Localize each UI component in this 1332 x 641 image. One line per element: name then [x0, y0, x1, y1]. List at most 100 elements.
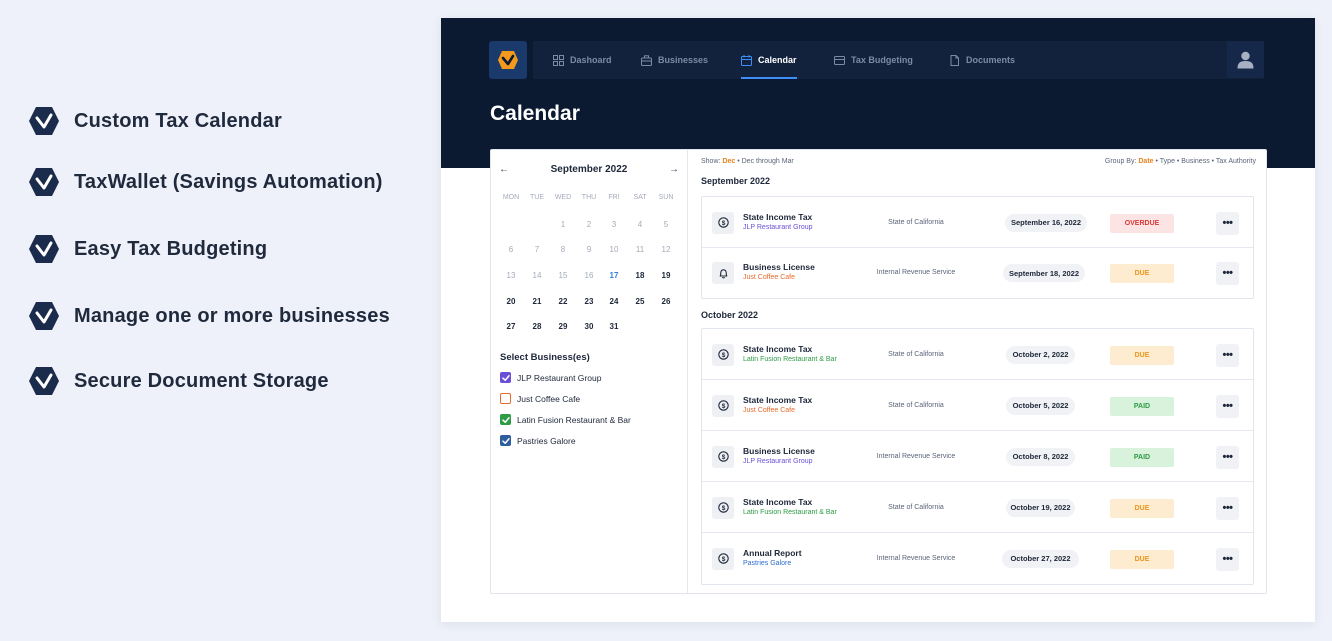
calendar-day[interactable]: 19: [653, 271, 679, 285]
group-by-options[interactable]: • Type • Business • Tax Authority: [1156, 158, 1256, 165]
more-options-button[interactable]: •••: [1216, 445, 1239, 469]
event-authority: State of California: [888, 218, 944, 226]
feature-item: TaxWallet (Savings Automation): [28, 167, 383, 197]
calendar-day[interactable]: 30: [576, 322, 602, 336]
event-business[interactable]: Just Coffee Cafe: [743, 407, 795, 414]
calendar-day[interactable]: 27: [498, 322, 524, 336]
chevron-logo-icon: [498, 51, 518, 69]
event-business[interactable]: JLP Restaurant Group: [743, 224, 813, 231]
calendar-day[interactable]: 2: [576, 220, 602, 234]
calendar-day[interactable]: 24: [601, 297, 627, 311]
business-checkbox-item[interactable]: Latin Fusion Restaurant & Bar: [500, 414, 631, 425]
dollar-icon: $: [712, 394, 734, 417]
nav-item-businesses[interactable]: Businesses: [641, 41, 708, 79]
event-title: Annual Report: [743, 547, 802, 558]
calendar-day[interactable]: 10: [601, 245, 627, 259]
event-business[interactable]: Latin Fusion Restaurant & Bar: [743, 509, 837, 516]
calendar-day[interactable]: 13: [498, 271, 524, 285]
show-filter-options[interactable]: • Dec through Mar: [737, 158, 794, 165]
more-options-button[interactable]: •••: [1216, 547, 1239, 571]
nav-item-tax-budgeting[interactable]: Tax Budgeting: [834, 41, 913, 79]
nav-item-dashboard[interactable]: Dashoard: [553, 41, 612, 79]
event-row[interactable]: $ State Income Tax Just Coffee Cafe State o…: [702, 380, 1253, 431]
feature-text: Manage one or more businesses: [74, 304, 390, 327]
calendar-day[interactable]: 6: [498, 245, 524, 259]
group-by-active[interactable]: Date: [1138, 158, 1153, 165]
nav-item-calendar[interactable]: Calendar: [741, 41, 797, 79]
event-row[interactable]: $ Business License JLP Restaurant Group Int…: [702, 431, 1253, 482]
more-options-button[interactable]: •••: [1216, 496, 1239, 520]
calendar-day[interactable]: 23: [576, 297, 602, 311]
calendar-day[interactable]: 20: [498, 297, 524, 311]
event-business[interactable]: Just Coffee Cafe: [743, 274, 795, 281]
calendar-day[interactable]: 9: [576, 245, 602, 259]
status-badge: OVERDUE: [1110, 213, 1174, 233]
calendar-day[interactable]: 17: [601, 271, 627, 285]
event-business[interactable]: JLP Restaurant Group: [743, 458, 813, 465]
next-month-button[interactable]: →: [669, 164, 679, 175]
more-options-button[interactable]: •••: [1216, 262, 1239, 285]
checkbox-checked-icon[interactable]: [500, 372, 511, 383]
calendar-day[interactable]: 29: [550, 322, 576, 336]
calendar-day[interactable]: 4: [627, 220, 653, 234]
user-icon: [1237, 51, 1254, 68]
check-hexagon-icon: [29, 168, 59, 196]
calendar-day[interactable]: 3: [601, 220, 627, 234]
calendar-day[interactable]: 25: [627, 297, 653, 311]
calendar-day[interactable]: 11: [627, 245, 653, 259]
check-hexagon-icon: [29, 367, 59, 395]
business-label: Pastries Galore: [517, 435, 576, 446]
logo-button[interactable]: [489, 41, 527, 79]
svg-text:$: $: [721, 454, 725, 461]
calendar-day[interactable]: 8: [550, 245, 576, 259]
checkbox-unchecked-icon[interactable]: [500, 393, 511, 404]
svg-text:$: $: [721, 220, 725, 227]
checkbox-checked-icon[interactable]: [500, 435, 511, 446]
mini-calendar: ← September 2022 → MON TUE WED THU FRI SAT SUN…: [491, 150, 688, 593]
event-business[interactable]: Pastries Galore: [743, 560, 791, 567]
event-row[interactable]: $ Annual Report Pastries Galore Internal Re…: [702, 533, 1253, 584]
check-hexagon-icon: [29, 235, 59, 263]
prev-month-button[interactable]: ←: [499, 164, 509, 175]
checkbox-checked-icon[interactable]: [500, 414, 511, 425]
section-title: October 2022: [701, 310, 759, 320]
event-row[interactable]: Business License Just Coffee Cafe Internal…: [702, 248, 1253, 298]
business-label: JLP Restaurant Group: [517, 372, 602, 383]
show-filter-active[interactable]: Dec: [722, 158, 735, 165]
more-options-button[interactable]: •••: [1216, 343, 1239, 367]
feature-item: Custom Tax Calendar: [28, 106, 282, 136]
event-business[interactable]: Latin Fusion Restaurant & Bar: [743, 356, 837, 363]
more-options-button[interactable]: •••: [1216, 394, 1239, 418]
calendar-day[interactable]: 31: [601, 322, 627, 336]
weekday-label: TUE: [530, 194, 544, 201]
nav-label: Documents: [966, 55, 1016, 65]
business-checkbox-item[interactable]: Just Coffee Cafe: [500, 393, 580, 404]
calendar-day[interactable]: 26: [653, 297, 679, 311]
event-date: October 8, 2022: [1006, 447, 1075, 466]
calendar-day[interactable]: 5: [653, 220, 679, 234]
business-checkbox-item[interactable]: Pastries Galore: [500, 435, 576, 446]
event-row[interactable]: $ State Income Tax Latin Fusion Restaurant…: [702, 329, 1253, 380]
calendar-day[interactable]: 1: [550, 220, 576, 234]
calendar-day[interactable]: 14: [524, 271, 550, 285]
calendar-panel: ← September 2022 → MON TUE WED THU FRI SAT SUN…: [490, 149, 1267, 594]
event-row[interactable]: $ State Income Tax JLP Restaurant Group Sta…: [702, 197, 1253, 248]
calendar-day[interactable]: 7: [524, 245, 550, 259]
calendar-day[interactable]: 18: [627, 271, 653, 285]
event-row[interactable]: $ State Income Tax Latin Fusion Restaurant…: [702, 482, 1253, 533]
business-checkbox-item[interactable]: JLP Restaurant Group: [500, 372, 601, 383]
calendar-day[interactable]: 15: [550, 271, 576, 285]
dollar-icon: $: [712, 343, 734, 366]
more-options-button[interactable]: •••: [1216, 211, 1239, 235]
calendar-day[interactable]: 16: [576, 271, 602, 285]
calendar-day[interactable]: 22: [550, 297, 576, 311]
event-date: October 27, 2022: [1002, 549, 1079, 568]
calendar-day[interactable]: 21: [524, 297, 550, 311]
calendar-day[interactable]: 12: [653, 245, 679, 259]
user-menu-button[interactable]: [1227, 41, 1264, 78]
calendar-day[interactable]: 28: [524, 322, 550, 336]
nav-item-documents[interactable]: Documents: [949, 41, 1015, 79]
business-label: Latin Fusion Restaurant & Bar: [517, 414, 631, 425]
more-dots-icon: •••: [1222, 399, 1233, 412]
app-window: Dashoard Businesses Calendar Tax Budgeti…: [441, 18, 1315, 622]
